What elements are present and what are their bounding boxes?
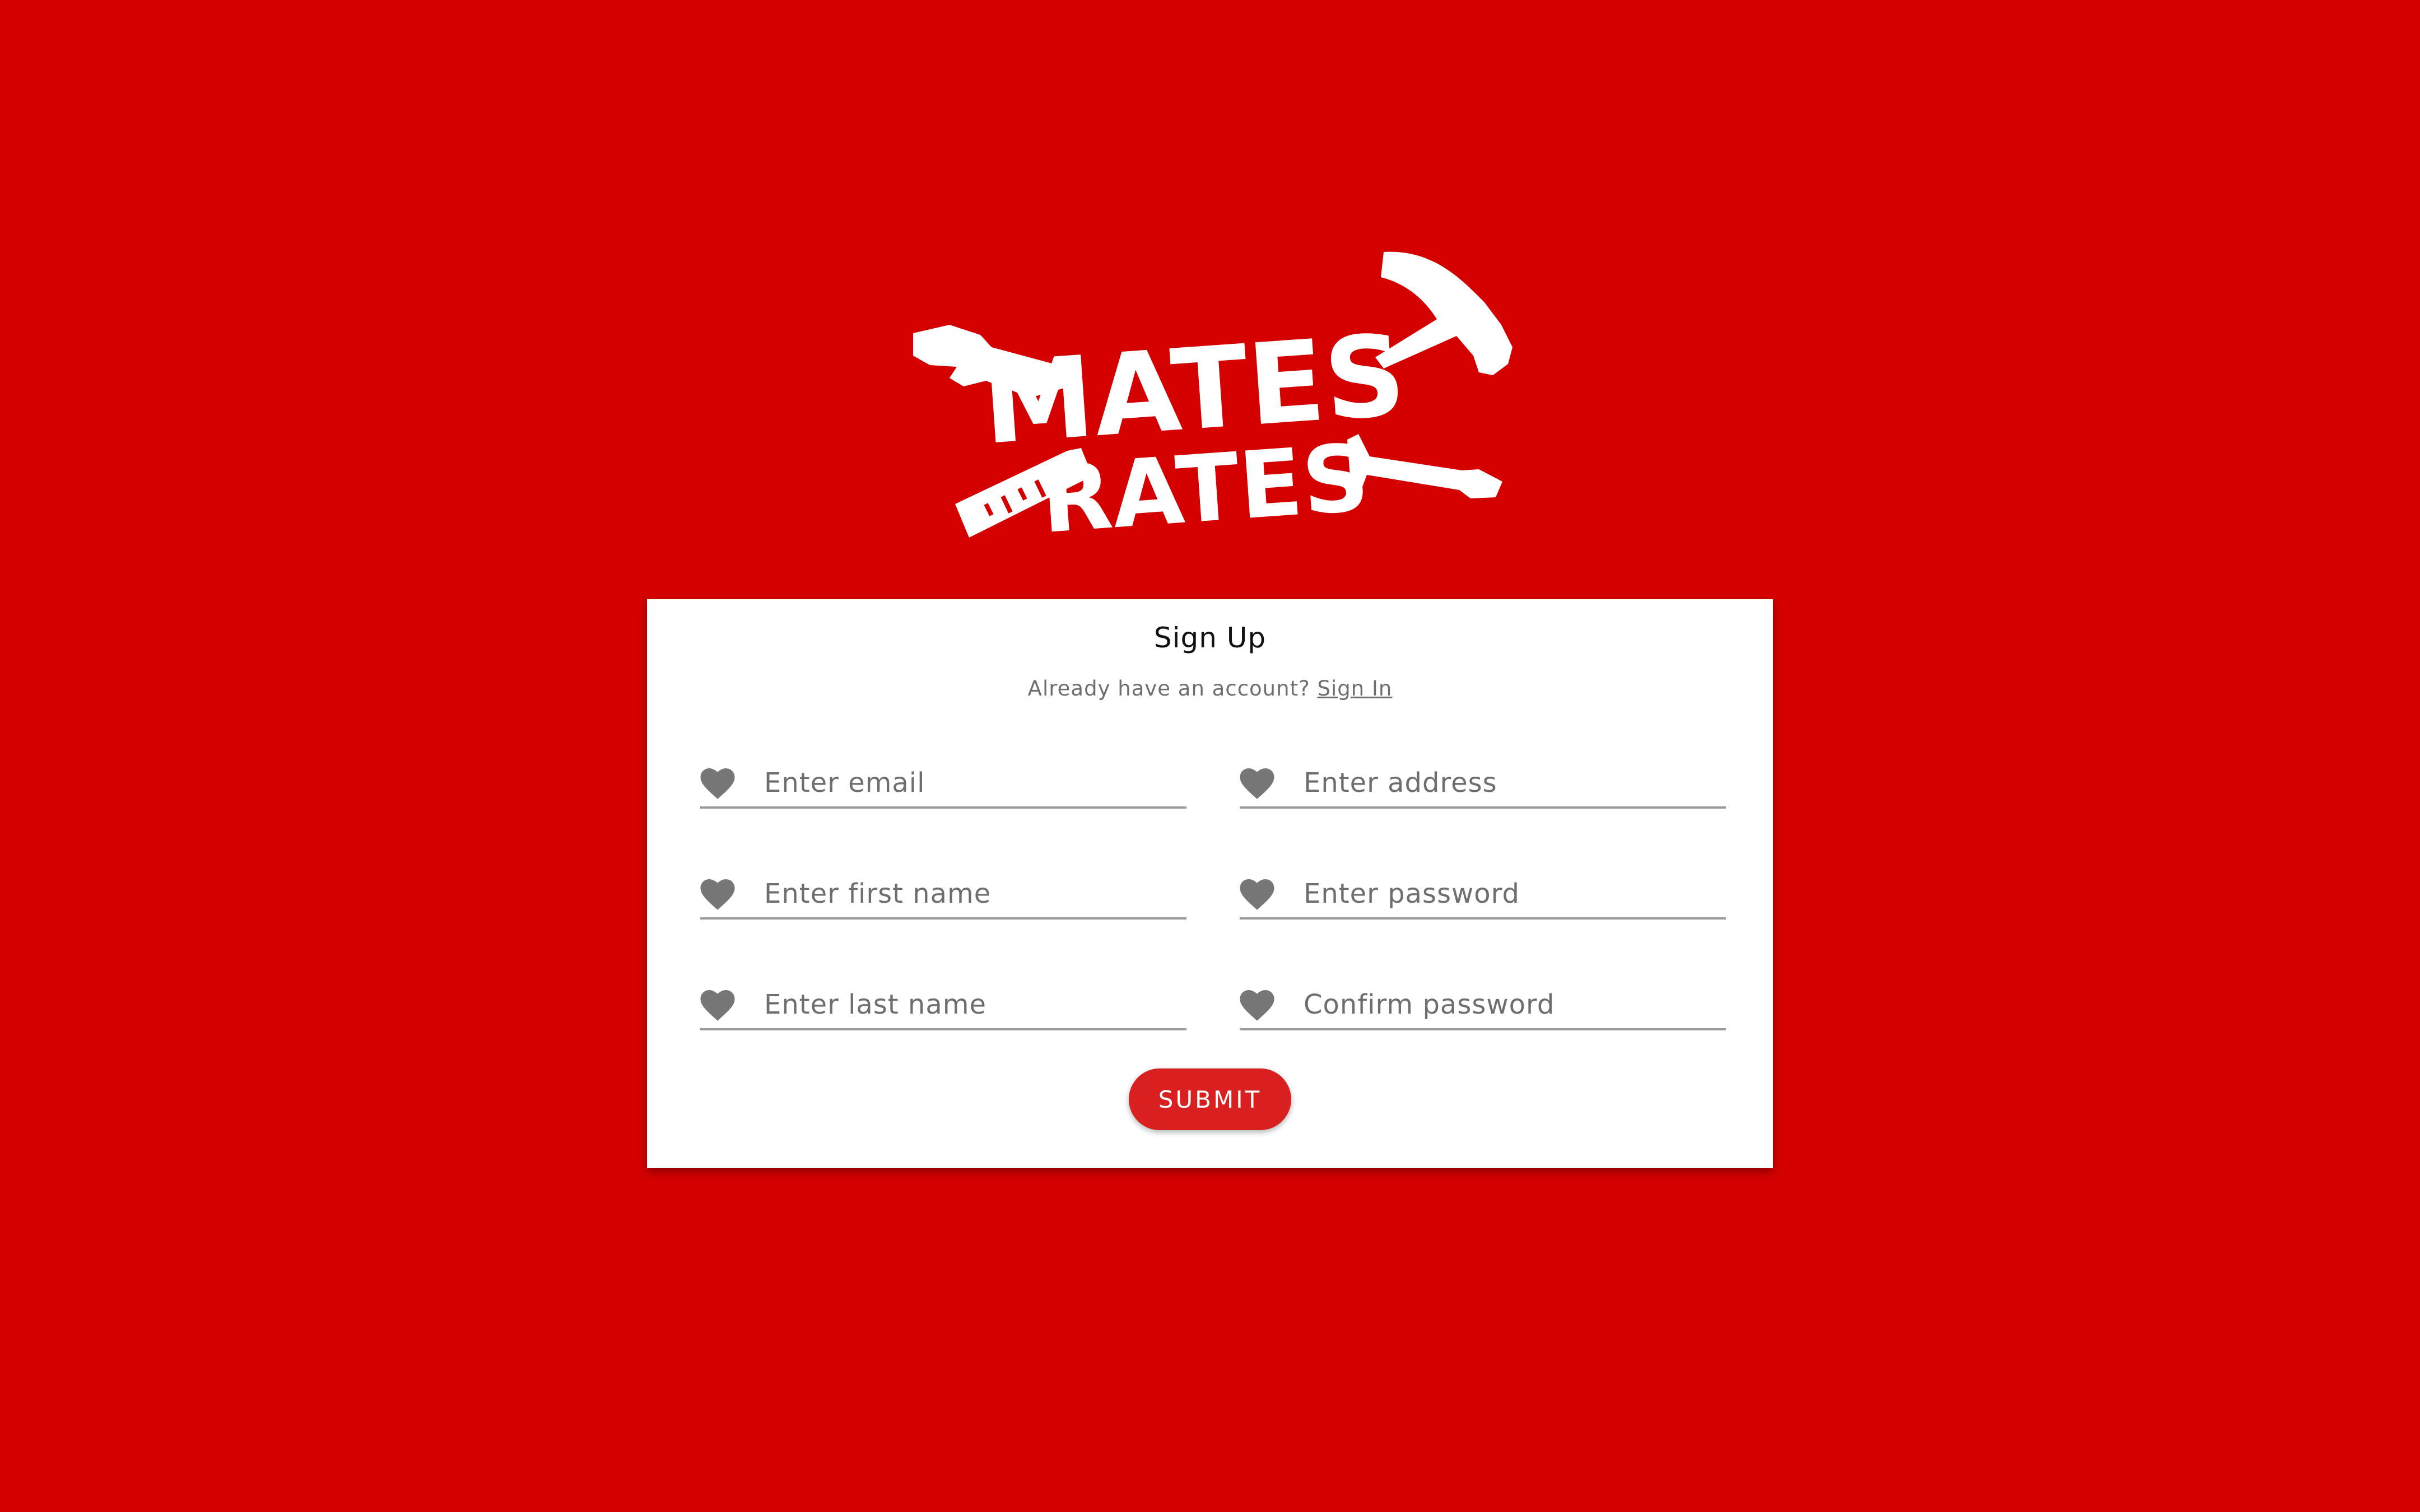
signup-title: Sign Up (1153, 622, 1267, 654)
signup-card: Sign Up Already have an account? Sign In (647, 599, 1773, 1168)
address-input[interactable] (1304, 762, 1718, 804)
signin-prompt: Already have an account? Sign In (647, 676, 1773, 701)
password-input[interactable] (1304, 872, 1718, 915)
last-name-field (700, 961, 1186, 1030)
password-field (1240, 850, 1726, 920)
last-name-input[interactable] (764, 983, 1179, 1026)
mates-rates-logo: MATES RATES (913, 251, 1513, 554)
first-name-input[interactable] (764, 872, 1179, 915)
first-name-field (700, 850, 1186, 920)
heart-icon (700, 879, 735, 910)
signin-link[interactable]: Sign In (1317, 676, 1392, 701)
heart-icon (1240, 879, 1274, 910)
screwdriver-icon (1347, 434, 1502, 498)
account-prompt-text: Already have an account? (1027, 676, 1310, 701)
confirm-password-field (1240, 961, 1726, 1030)
logo-text-rates: RATES (1037, 424, 1372, 554)
submit-button[interactable]: SUBMIT (1129, 1068, 1291, 1130)
confirm-password-input[interactable] (1304, 983, 1718, 1026)
heart-icon (1240, 768, 1274, 799)
email-field (700, 739, 1186, 809)
heart-icon (700, 768, 735, 799)
heart-icon (700, 990, 735, 1021)
heart-icon (1240, 990, 1274, 1021)
email-input[interactable] (764, 762, 1179, 804)
address-field (1240, 739, 1726, 809)
